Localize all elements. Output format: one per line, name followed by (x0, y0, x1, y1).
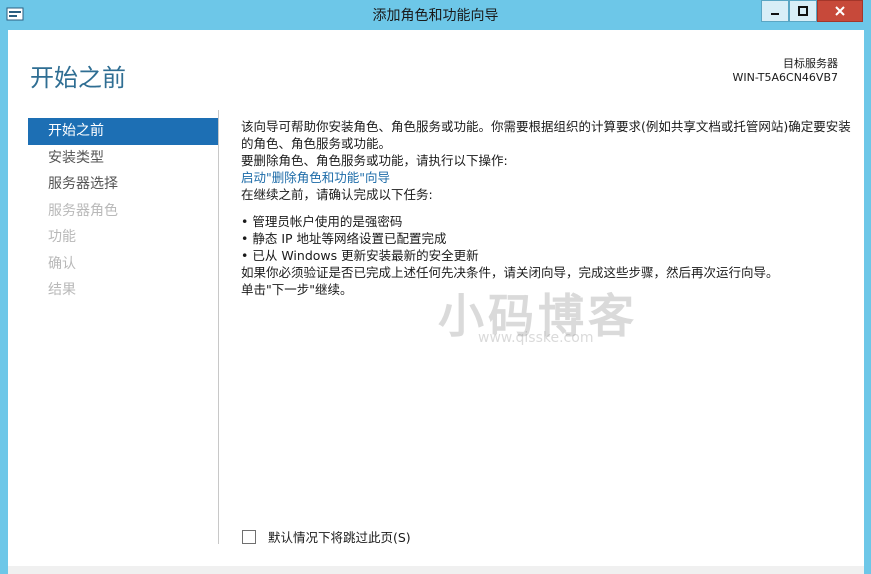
remove-instructions: 要删除角色、角色服务或功能，请执行以下操作: (241, 153, 508, 168)
nav-step-installation-type[interactable]: 安装类型 (28, 145, 218, 172)
minimize-button[interactable] (761, 0, 789, 22)
skip-page-label[interactable]: 默认情况下将跳过此页(S) (268, 527, 411, 546)
prerequisite-list: 管理员帐户使用的是强密码 静态 IP 地址等网络设置已配置完成 已从 Windo… (241, 213, 851, 264)
close-button[interactable] (817, 0, 863, 22)
skip-page-checkbox[interactable] (242, 529, 256, 544)
wizard-body: 开始之前 目标服务器 WIN-T5A6CN46VB7 开始之前 安装类型 服务器… (8, 30, 864, 566)
nav-step-server-selection[interactable]: 服务器选择 (28, 171, 218, 198)
wizard-window: 添加角色和功能向导 开始之前 目标服务器 WIN-T5A6CN46VB7 开始之… (0, 0, 871, 574)
verify-text: 如果你必须验证是否已完成上述任何先决条件，请关闭向导，完成这些步骤，然后再次运行… (241, 265, 779, 280)
target-server-label: 目标服务器 (783, 57, 838, 70)
window-title: 添加角色和功能向导 (372, 8, 499, 24)
list-item: 静态 IP 地址等网络设置已配置完成 (241, 230, 851, 247)
title-bar[interactable]: 添加角色和功能向导 (0, 0, 871, 30)
minimize-icon (771, 13, 779, 15)
watermark-url: www.qisske.com (478, 330, 594, 346)
maximize-icon (798, 6, 808, 16)
nav-step-before-you-begin[interactable]: 开始之前 (28, 118, 218, 145)
skip-page-option[interactable]: 默认情况下将跳过此页(S) (242, 527, 411, 546)
target-server-name: WIN-T5A6CN46VB7 (732, 71, 838, 84)
page-title: 开始之前 (30, 64, 126, 92)
list-item: 已从 Windows 更新安装最新的安全更新 (241, 247, 851, 264)
nav-divider (218, 110, 219, 544)
nav-step-results: 结果 (48, 282, 76, 298)
wizard-steps-nav: 开始之前 安装类型 服务器选择 服务器角色 功能 确认 结果 (28, 118, 218, 304)
close-icon (835, 6, 845, 16)
remove-roles-wizard-link[interactable]: 启动"删除角色和功能"向导 (241, 170, 390, 185)
list-item: 管理员帐户使用的是强密码 (241, 213, 851, 230)
target-server-info: 目标服务器 WIN-T5A6CN46VB7 (732, 57, 838, 85)
intro-text: 该向导可帮助你安装角色、角色服务或功能。你需要根据组织的计算要求(例如共享文档或… (241, 119, 851, 151)
nav-step-features: 功能 (48, 229, 76, 245)
button-bar (8, 566, 864, 574)
maximize-button[interactable] (789, 0, 817, 22)
before-continue-text: 在继续之前，请确认完成以下任务: (241, 187, 433, 202)
content-pane: 该向导可帮助你安装角色、角色服务或功能。你需要根据组织的计算要求(例如共享文档或… (241, 118, 851, 298)
nav-step-server-roles: 服务器角色 (48, 202, 118, 219)
nav-step-confirmation: 确认 (48, 255, 76, 272)
